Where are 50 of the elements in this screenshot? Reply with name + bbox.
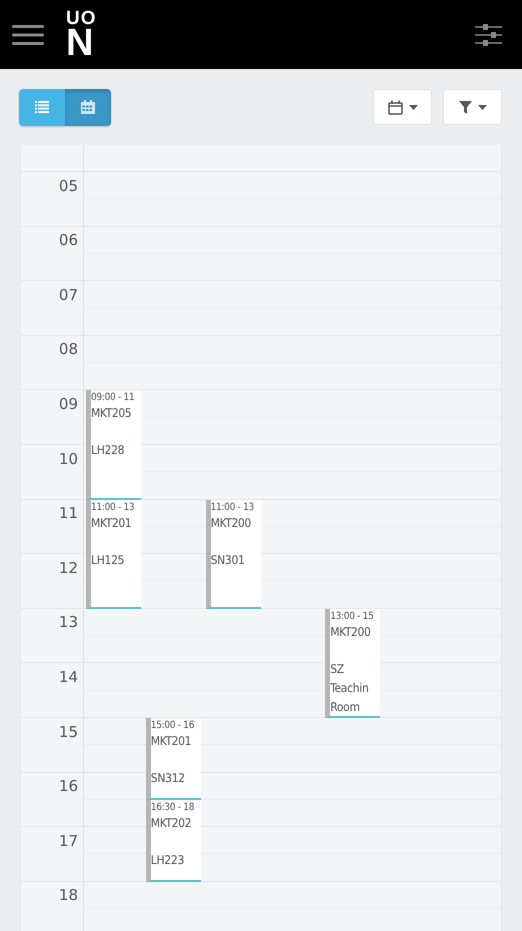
hour-label: 06 [58, 231, 78, 250]
room-name: SN301 [210, 552, 246, 569]
course-code: MKT205 [91, 405, 132, 422]
event-time: 13:00 - 15 [330, 610, 375, 624]
filter-icon [458, 100, 472, 114]
room-name: SN312 [150, 770, 186, 787]
event-card[interactable]: 13:00 - 15 MKT200 SZ Teachin Room [325, 608, 380, 718]
room-name: LH223 [150, 852, 186, 869]
settings-icon[interactable] [475, 24, 502, 46]
hour-label: 15 [58, 722, 78, 741]
hour-label: 13 [58, 613, 78, 632]
event-time: 11:00 - 13 [210, 500, 255, 515]
event-card[interactable]: 09:00 - 11 MKT205 LH228 [86, 390, 141, 500]
calendar-icon [81, 100, 95, 114]
menu-icon[interactable] [12, 24, 44, 44]
caret-icon [408, 104, 418, 110]
event-time: 16:30 - 18 [150, 800, 196, 815]
hour-label: 08 [58, 340, 78, 358]
event-card[interactable]: 15:00 - 16 MKT201 SN312 [146, 718, 201, 800]
calendar-view-button[interactable] [65, 88, 111, 126]
course-code: MKT202 [150, 814, 192, 832]
hour-label: 05 [58, 176, 78, 195]
course-code: MKT200 [210, 514, 252, 532]
course-code: MKT201 [91, 514, 132, 532]
hour-label: 18 [58, 886, 78, 904]
hour-label: 12 [58, 558, 78, 577]
hour-label: 11 [58, 504, 78, 522]
hour-label: 10 [58, 450, 78, 468]
event-time: 09:00 - 11 [91, 391, 136, 406]
event-time: 15:00 - 16 [150, 719, 196, 733]
filter-dropdown[interactable] [443, 89, 502, 125]
hour-label: 16 [58, 777, 78, 796]
event-card[interactable]: 11:00 - 13 MKT201 LH125 [86, 500, 141, 609]
room-name: LH228 [91, 442, 126, 460]
course-code: MKT200 [330, 624, 372, 641]
hour-label: 17 [58, 832, 78, 850]
list-icon [35, 101, 49, 113]
course-code: MKT201 [150, 733, 192, 750]
hour-label: 09 [58, 395, 78, 414]
hour-label: 07 [58, 286, 78, 304]
room-name: LH125 [91, 552, 126, 569]
hour-label: 14 [58, 668, 78, 686]
logo: UO N [66, 9, 96, 60]
calendar-icon [388, 100, 402, 114]
event-time: 11:00 - 13 [91, 500, 136, 515]
event-card[interactable]: 16:30 - 18 MKT202 LH223 [146, 800, 201, 882]
caret-icon [478, 104, 486, 110]
event-card[interactable]: 11:00 - 13 MKT200 SN301 [206, 500, 261, 609]
date-dropdown[interactable] [373, 89, 432, 125]
room-name: SZ Teachin Room [330, 660, 370, 716]
